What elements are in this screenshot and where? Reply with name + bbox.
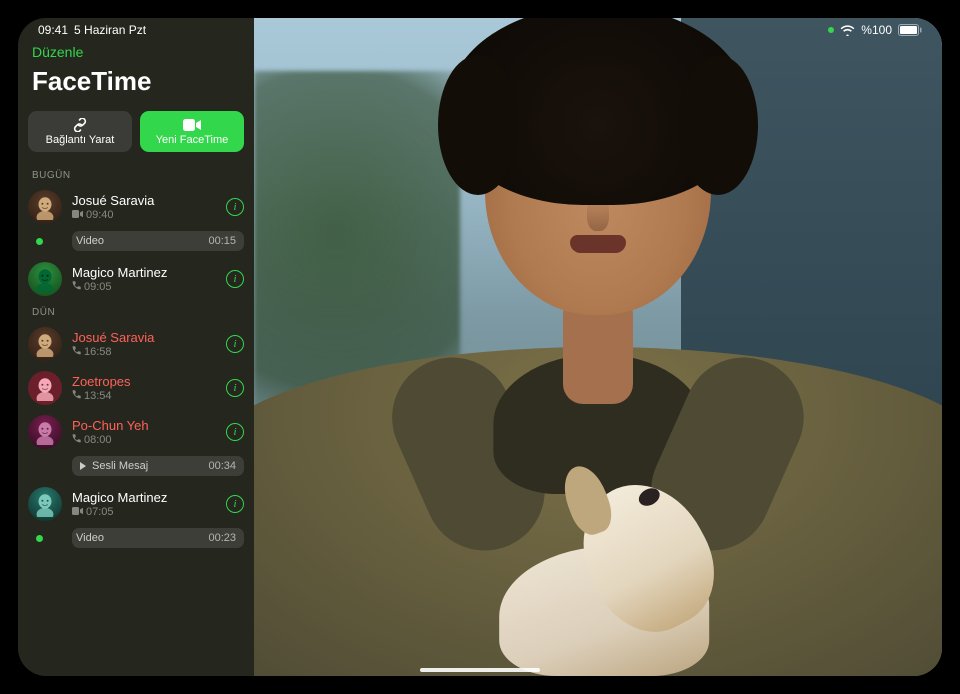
- call-name: Magico Martinez: [72, 265, 216, 281]
- avatar: [28, 262, 62, 296]
- recent-calls-list[interactable]: BUGÜNJosué Saravia09:40iVideo00:15Magico…: [18, 164, 254, 676]
- new-facetime-button[interactable]: Yeni FaceTime: [140, 111, 244, 152]
- call-time: 07:05: [86, 506, 114, 518]
- info-button[interactable]: i: [226, 335, 244, 353]
- video-message-row[interactable]: Video 00:15: [72, 231, 244, 251]
- call-time: 09:05: [84, 281, 112, 293]
- edit-button[interactable]: Düzenle: [32, 44, 83, 60]
- section-label: BUGÜN: [18, 164, 254, 185]
- link-icon: [72, 117, 88, 132]
- attachment-duration: 00:15: [208, 235, 236, 247]
- call-info: Josué Saravia09:40: [72, 193, 216, 222]
- avatar: [28, 371, 62, 405]
- phone-icon: [72, 346, 81, 358]
- avatar: [28, 327, 62, 361]
- section-label: DÜN: [18, 301, 254, 322]
- call-item[interactable]: Josué Saravia16:58 i: [18, 322, 254, 366]
- call-meta: 09:40: [72, 209, 216, 221]
- call-time: 13:54: [84, 390, 112, 402]
- screen: 09:41 5 Haziran Pzt %100 Düzenle F: [18, 18, 942, 676]
- call-item[interactable]: Po-Chun Yeh08:00 i: [18, 410, 254, 454]
- call-item[interactable]: Zoetropes13:54 i: [18, 366, 254, 410]
- ipad-device-frame: 09:41 5 Haziran Pzt %100 Düzenle F: [0, 0, 960, 694]
- video-icon: [72, 506, 83, 518]
- call-time: 08:00: [84, 434, 112, 446]
- call-info: Zoetropes13:54: [72, 374, 216, 403]
- create-link-label: Bağlantı Yarat: [46, 134, 115, 146]
- phone-icon: [72, 390, 81, 402]
- sidebar-header: Düzenle FaceTime: [18, 40, 254, 105]
- video-icon: [183, 117, 201, 132]
- call-meta: 16:58: [72, 346, 216, 358]
- avatar: [28, 190, 62, 224]
- call-item[interactable]: Magico Martinez09:05 i: [18, 257, 254, 301]
- attachment-label: Sesli Mesaj: [92, 460, 202, 472]
- call-name: Josué Saravia: [72, 193, 216, 209]
- call-item[interactable]: Magico Martinez07:05 i: [18, 482, 254, 526]
- call-info: Po-Chun Yeh08:00: [72, 418, 216, 447]
- call-time: 16:58: [84, 346, 112, 358]
- info-button[interactable]: i: [226, 495, 244, 513]
- new-facetime-label: Yeni FaceTime: [156, 134, 229, 146]
- call-item[interactable]: Josué Saravia09:40 i: [18, 185, 254, 229]
- call-time: 09:40: [86, 209, 114, 221]
- play-icon: [80, 462, 86, 470]
- phone-icon: [72, 281, 81, 293]
- info-button[interactable]: i: [226, 423, 244, 441]
- remote-video-frame: [254, 18, 942, 676]
- attachment-label: Video: [76, 532, 202, 544]
- attachment-duration: 00:23: [208, 532, 236, 544]
- call-info: Josué Saravia16:58: [72, 330, 216, 359]
- call-info: Magico Martinez09:05: [72, 265, 216, 294]
- avatar: [28, 415, 62, 449]
- home-indicator[interactable]: [420, 668, 540, 672]
- call-meta: 13:54: [72, 390, 216, 402]
- phone-icon: [72, 434, 81, 446]
- avatar: [28, 487, 62, 521]
- video-icon: [72, 209, 83, 221]
- attachment-duration: 00:34: [208, 460, 236, 472]
- call-meta: 09:05: [72, 281, 216, 293]
- call-name: Po-Chun Yeh: [72, 418, 216, 434]
- call-name: Josué Saravia: [72, 330, 216, 346]
- voice-message-row[interactable]: Sesli Mesaj 00:34: [72, 456, 244, 476]
- video-call-area[interactable]: [254, 18, 942, 676]
- call-info: Magico Martinez07:05: [72, 490, 216, 519]
- video-message-row[interactable]: Video 00:23: [72, 528, 244, 548]
- info-button[interactable]: i: [226, 270, 244, 288]
- facetime-sidebar: Düzenle FaceTime Bağlantı Yarat Yeni Fac…: [18, 18, 254, 676]
- info-button[interactable]: i: [226, 198, 244, 216]
- call-meta: 08:00: [72, 434, 216, 446]
- info-button[interactable]: i: [226, 379, 244, 397]
- call-name: Magico Martinez: [72, 490, 216, 506]
- call-name: Zoetropes: [72, 374, 216, 390]
- attachment-label: Video: [76, 235, 202, 247]
- action-buttons: Bağlantı Yarat Yeni FaceTime: [18, 105, 254, 164]
- app-title: FaceTime: [32, 66, 240, 97]
- call-meta: 07:05: [72, 506, 216, 518]
- create-link-button[interactable]: Bağlantı Yarat: [28, 111, 132, 152]
